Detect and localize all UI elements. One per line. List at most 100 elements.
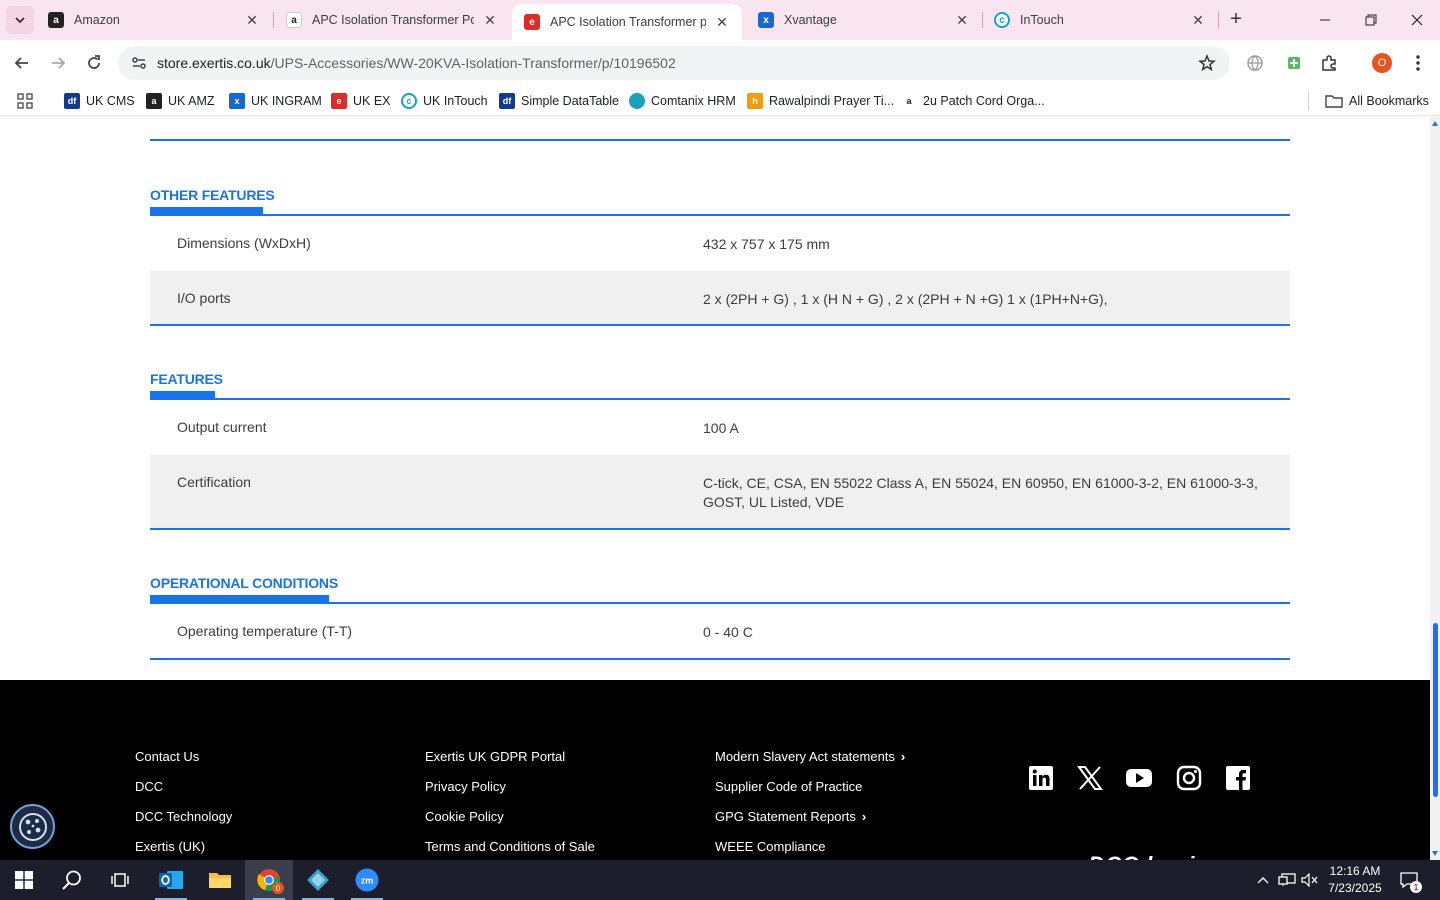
clock-time: 12:16 AM xyxy=(1329,864,1381,878)
windows-taskbar: 0 zm 12:16 AM 7/23/2025 1 xyxy=(0,860,1440,900)
minimize-button[interactable] xyxy=(1302,0,1348,40)
footer-link-cookie-policy[interactable]: Cookie Policy xyxy=(425,808,595,838)
amazon-icon: a xyxy=(48,12,64,28)
close-tab-icon[interactable]: ✕ xyxy=(482,12,498,28)
footer-link-modern-slavery[interactable]: Modern Slavery Act statements › xyxy=(715,748,905,778)
bookmark-uk-ingram[interactable]: x UK INGRAM xyxy=(229,91,322,111)
scrollbar-thumb[interactable] xyxy=(1433,623,1438,797)
footer-link-label: GPG Statement Reports xyxy=(715,809,856,824)
chevron-down-icon xyxy=(15,17,25,24)
footer-link-gdpr-portal[interactable]: Exertis UK GDPR Portal xyxy=(425,748,595,778)
close-tab-icon[interactable]: ✕ xyxy=(1190,12,1206,28)
df-icon: df xyxy=(499,93,515,109)
close-tab-icon[interactable]: ✕ xyxy=(714,14,730,30)
tab-search-button[interactable] xyxy=(6,6,34,34)
extension-add-icon[interactable] xyxy=(1283,52,1305,74)
spec-key: Certification xyxy=(177,474,251,490)
apps-grid-button[interactable] xyxy=(17,91,33,111)
back-button[interactable] xyxy=(8,49,36,77)
prayer-icon: h xyxy=(747,93,763,109)
bookmark-uk-intouch[interactable]: c UK InTouch xyxy=(401,91,488,111)
bookmark-2u-patch-cord[interactable]: a 2u Patch Cord Orga... xyxy=(901,91,1045,111)
browser-menu-icon[interactable] xyxy=(1407,52,1429,74)
tab-apc-amazon[interactable]: a APC Isolation Transformer Pow ✕ xyxy=(274,0,510,40)
spec-key: Dimensions (WxDxH) xyxy=(177,235,311,251)
close-window-button[interactable] xyxy=(1394,0,1440,40)
restore-button[interactable] xyxy=(1348,0,1394,40)
youtube-icon[interactable] xyxy=(1125,764,1153,792)
instagram-icon[interactable] xyxy=(1175,764,1203,792)
bookmark-star-icon[interactable] xyxy=(1198,53,1216,77)
footer-link-weee-compliance[interactable]: WEEE Compliance xyxy=(715,838,905,860)
section-bottom-border xyxy=(150,528,1290,530)
windows-logo-icon xyxy=(15,871,33,889)
tab-amazon[interactable]: a Amazon ✕ xyxy=(36,0,272,40)
folder-icon xyxy=(1325,95,1343,108)
taskbar-search-button[interactable] xyxy=(48,860,96,900)
browser-toolbar: store.exertis.co.uk/UPS-Accessories/WW-2… xyxy=(0,40,1440,86)
close-icon xyxy=(1411,14,1423,26)
bookmark-label: UK InTouch xyxy=(423,94,488,108)
spec-key: Output current xyxy=(177,419,267,435)
chevron-right-icon: › xyxy=(861,809,867,824)
volume-button[interactable] xyxy=(1299,860,1321,900)
close-tab-icon[interactable]: ✕ xyxy=(954,12,970,28)
x-icon[interactable] xyxy=(1076,764,1104,792)
cookie-settings-button[interactable] xyxy=(10,804,55,849)
bookmark-uk-cms[interactable]: df UK CMS xyxy=(64,91,135,111)
linkedin-icon[interactable] xyxy=(1027,764,1055,792)
bookmark-comtanix-hrm[interactable]: Comtanix HRM xyxy=(629,91,736,111)
facebook-icon[interactable] xyxy=(1224,764,1252,792)
footer-link-dcc-technology[interactable]: DCC Technology xyxy=(135,808,232,838)
outlook-icon xyxy=(159,871,183,889)
network-button[interactable] xyxy=(1276,860,1298,900)
tab-xvantage[interactable]: x Xvantage ✕ xyxy=(746,0,982,40)
scroll-up-arrow-icon[interactable] xyxy=(1432,121,1438,126)
taskbar-chrome[interactable]: 0 xyxy=(245,860,293,900)
footer-link-contact-us[interactable]: Contact Us xyxy=(135,748,232,778)
action-center-button[interactable]: 1 xyxy=(1394,860,1424,900)
tab-apc-exertis[interactable]: e APC Isolation Transformer pow ✕ xyxy=(512,4,742,40)
site-info-icon[interactable] xyxy=(124,55,154,71)
previous-section-bottom-border xyxy=(150,139,1290,141)
spec-value: 2 x (2PH + G) , 1 x (H N + G) , 2 x (2PH… xyxy=(703,291,1108,307)
address-bar[interactable]: store.exertis.co.uk/UPS-Accessories/WW-2… xyxy=(118,46,1230,80)
system-clock[interactable]: 12:16 AM 7/23/2025 xyxy=(1322,863,1388,897)
tab-title: Amazon xyxy=(74,13,120,27)
scroll-down-arrow-icon[interactable] xyxy=(1432,851,1438,856)
start-button[interactable] xyxy=(0,860,48,900)
footer-link-exertis-uk[interactable]: Exertis (UK) xyxy=(135,838,232,860)
task-view-button[interactable] xyxy=(96,860,144,900)
footer-link-dcc[interactable]: DCC xyxy=(135,778,232,808)
exertis-icon: e xyxy=(524,14,540,30)
all-bookmarks-button[interactable]: All Bookmarks xyxy=(1325,91,1429,111)
section-title-accent xyxy=(150,391,215,398)
profile-avatar[interactable]: O xyxy=(1372,53,1392,73)
translate-icon[interactable] xyxy=(1244,52,1266,74)
bookmark-label: UK AMZ xyxy=(168,94,215,108)
footer-link-privacy-policy[interactable]: Privacy Policy xyxy=(425,778,595,808)
bookmark-uk-ex[interactable]: e UK EX xyxy=(331,91,391,111)
forward-button[interactable] xyxy=(44,49,72,77)
bookmark-simple-datatable[interactable]: df Simple DataTable xyxy=(499,91,619,111)
taskbar-outlook[interactable] xyxy=(147,860,195,900)
taskbar-file-explorer[interactable] xyxy=(196,860,244,900)
taskbar-app-diamond[interactable] xyxy=(294,860,342,900)
footer-link-terms-of-sale[interactable]: Terms and Conditions of Sale xyxy=(425,838,595,860)
section-title-operational-conditions: OPERATIONAL CONDITIONS xyxy=(150,575,338,591)
brand-text: a DCC business xyxy=(1068,852,1250,860)
footer-column-compliance: Modern Slavery Act statements › Supplier … xyxy=(715,748,905,860)
footer-link-supplier-code[interactable]: Supplier Code of Practice xyxy=(715,778,905,808)
url-path: /UPS-Accessories/WW-20KVA-Isolation-Tran… xyxy=(270,55,676,71)
taskbar-zoom[interactable]: zm xyxy=(343,860,391,900)
tab-intouch[interactable]: c InTouch ✕ xyxy=(982,0,1218,40)
footer-link-gpg-reports[interactable]: GPG Statement Reports › xyxy=(715,808,905,838)
bookmark-uk-amz[interactable]: a UK AMZ xyxy=(146,91,215,111)
new-tab-button[interactable]: + xyxy=(1224,8,1248,32)
bookmark-rawalpindi-prayer[interactable]: h Rawalpindi Prayer Ti... xyxy=(747,91,894,111)
extensions-puzzle-icon[interactable] xyxy=(1318,52,1340,74)
reload-button[interactable] xyxy=(80,49,108,77)
show-hidden-icons-button[interactable] xyxy=(1252,860,1274,900)
close-tab-icon[interactable]: ✕ xyxy=(244,12,260,28)
page-scrollbar[interactable] xyxy=(1430,117,1440,860)
